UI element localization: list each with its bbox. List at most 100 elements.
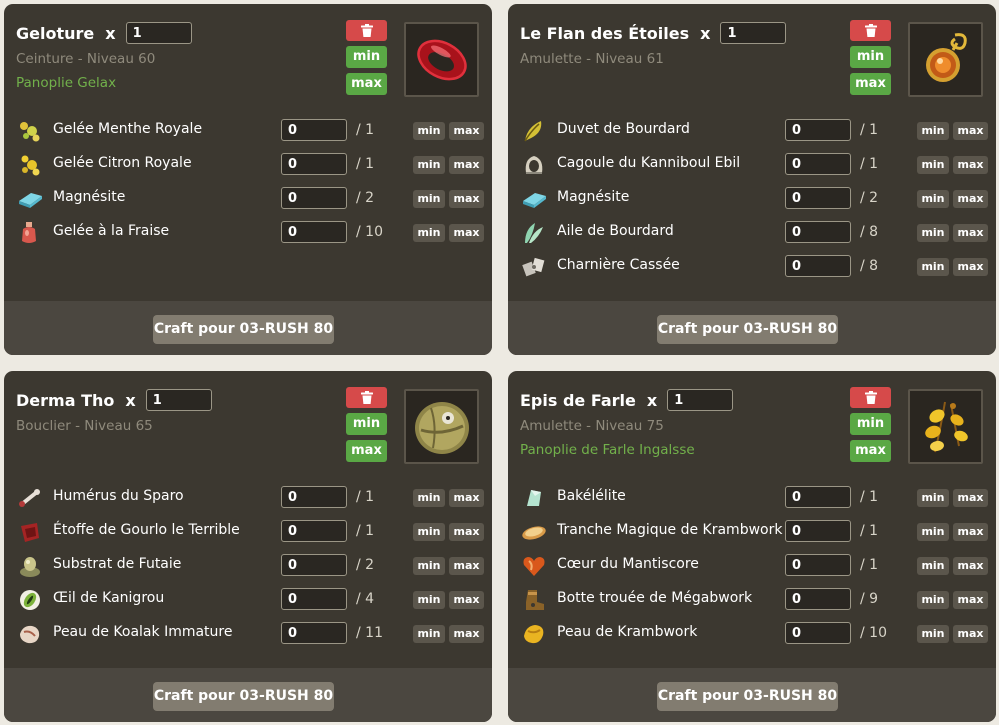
min-button[interactable]: min [850, 413, 891, 435]
min-button[interactable]: min [346, 46, 387, 68]
resource-quantity-input[interactable] [785, 187, 851, 209]
resource-max-button[interactable]: max [953, 122, 988, 140]
max-button[interactable]: max [850, 73, 891, 95]
quantity-input[interactable] [720, 22, 787, 44]
resource-quantity-input[interactable] [785, 486, 851, 508]
eye-icon [20, 590, 40, 610]
delete-button[interactable] [850, 20, 891, 41]
resource-min-button[interactable]: min [413, 489, 445, 507]
resource-min-button[interactable]: min [917, 523, 949, 541]
resource-min-button[interactable]: min [917, 224, 949, 242]
resource-total: / 1 [356, 122, 375, 138]
max-button[interactable]: max [346, 440, 387, 462]
resource-min-button[interactable]: min [917, 489, 949, 507]
resource-name: Cagoule du Kanniboul Ebil [557, 155, 741, 171]
resource-quantity-input[interactable] [281, 486, 347, 508]
max-button[interactable]: max [346, 73, 387, 95]
resource-min-button[interactable]: min [917, 557, 949, 575]
times-sign: x [646, 390, 658, 410]
resource-max-button[interactable]: max [449, 190, 484, 208]
resource-row: Magnésite / 2 min max [17, 187, 487, 211]
resource-min-button[interactable]: min [413, 591, 445, 609]
craft-button[interactable]: Craft pour 03-RUSH 80 [153, 682, 334, 711]
resource-max-button[interactable]: max [449, 591, 484, 609]
resource-quantity-input[interactable] [281, 153, 347, 175]
craft-button[interactable]: Craft pour 03-RUSH 80 [153, 315, 334, 344]
resource-quantity-input[interactable] [281, 187, 347, 209]
resource-max-button[interactable]: max [953, 190, 988, 208]
delete-button[interactable] [346, 20, 387, 41]
times-sign: x [105, 23, 116, 43]
resource-min-button[interactable]: min [413, 190, 445, 208]
resource-max-button[interactable]: max [449, 557, 484, 575]
item-type-level: Ceinture - Niveau 60 [16, 51, 156, 67]
resource-quantity-input[interactable] [281, 520, 347, 542]
resource-quantity-input[interactable] [785, 255, 851, 277]
quantity-input[interactable] [667, 389, 734, 411]
resource-quantity-input[interactable] [785, 622, 851, 644]
resource-row: Botte trouée de Mégabwork / 9 min max [521, 588, 991, 612]
resource-quantity-input[interactable] [281, 119, 347, 141]
resource-max-button[interactable]: max [953, 224, 988, 242]
card-footer: Craft pour 03-RUSH 80 [4, 301, 492, 355]
resource-quantity-input[interactable] [785, 221, 851, 243]
item-image [908, 22, 983, 97]
resource-max-button[interactable]: max [953, 489, 988, 507]
craft-button[interactable]: Craft pour 03-RUSH 80 [657, 682, 838, 711]
resource-min-button[interactable]: min [917, 190, 949, 208]
max-button[interactable]: max [850, 440, 891, 462]
trash-icon [360, 391, 373, 404]
resource-min-button[interactable]: min [917, 591, 949, 609]
item-name: Geloture [16, 23, 95, 43]
resource-quantity-input[interactable] [785, 554, 851, 576]
resource-min-button[interactable]: min [413, 557, 445, 575]
resource-max-button[interactable]: max [449, 489, 484, 507]
resource-min-button[interactable]: min [413, 523, 445, 541]
resource-max-button[interactable]: max [953, 523, 988, 541]
resource-quantity-input[interactable] [785, 119, 851, 141]
resource-quantity-input[interactable] [281, 622, 347, 644]
resource-max-button[interactable]: max [953, 625, 988, 643]
resource-min-button[interactable]: min [413, 122, 445, 140]
resource-min-button[interactable]: min [917, 156, 949, 174]
quantity-input[interactable] [145, 389, 212, 411]
quantity-input[interactable] [125, 22, 192, 44]
resource-quantity-input[interactable] [785, 153, 851, 175]
resource-quantity-input[interactable] [281, 221, 347, 243]
resource-min-button[interactable]: min [413, 625, 445, 643]
resource-max-button[interactable]: max [953, 156, 988, 174]
resource-name: Bakélélite [557, 488, 626, 504]
item-name: Le Flan des Étoiles [520, 23, 690, 43]
resource-min-button[interactable]: min [413, 224, 445, 242]
craft-button[interactable]: Craft pour 03-RUSH 80 [657, 315, 838, 344]
resource-max-button[interactable]: max [449, 156, 484, 174]
resource-row: Gelée Menthe Royale / 1 min max [17, 119, 487, 143]
substrate-icon [20, 557, 40, 577]
resource-max-button[interactable]: max [953, 258, 988, 276]
resource-min-button[interactable]: min [917, 122, 949, 140]
resource-max-button[interactable]: max [449, 523, 484, 541]
resource-min-button[interactable]: min [917, 625, 949, 643]
delete-button[interactable] [850, 387, 891, 408]
resource-name: Peau de Krambwork [557, 624, 698, 640]
resource-max-button[interactable]: max [953, 557, 988, 575]
delete-button[interactable] [346, 387, 387, 408]
resource-name: Duvet de Bourdard [557, 121, 690, 137]
resource-max-button[interactable]: max [449, 224, 484, 242]
resource-max-button[interactable]: max [449, 625, 484, 643]
min-button[interactable]: min [850, 46, 891, 68]
item-image [908, 389, 983, 464]
resource-max-button[interactable]: max [449, 122, 484, 140]
resource-max-button[interactable]: max [953, 591, 988, 609]
resource-quantity-input[interactable] [281, 588, 347, 610]
resource-row: Peau de Koalak Immature / 11 min max [17, 622, 487, 646]
min-button[interactable]: min [346, 413, 387, 435]
resource-total: / 10 [356, 224, 383, 240]
resource-quantity-input[interactable] [281, 554, 347, 576]
resource-min-button[interactable]: min [917, 258, 949, 276]
card-footer: Craft pour 03-RUSH 80 [4, 668, 492, 722]
resource-min-button[interactable]: min [413, 156, 445, 174]
resource-quantity-input[interactable] [785, 520, 851, 542]
resource-quantity-input[interactable] [785, 588, 851, 610]
card-footer: Craft pour 03-RUSH 80 [508, 668, 996, 722]
